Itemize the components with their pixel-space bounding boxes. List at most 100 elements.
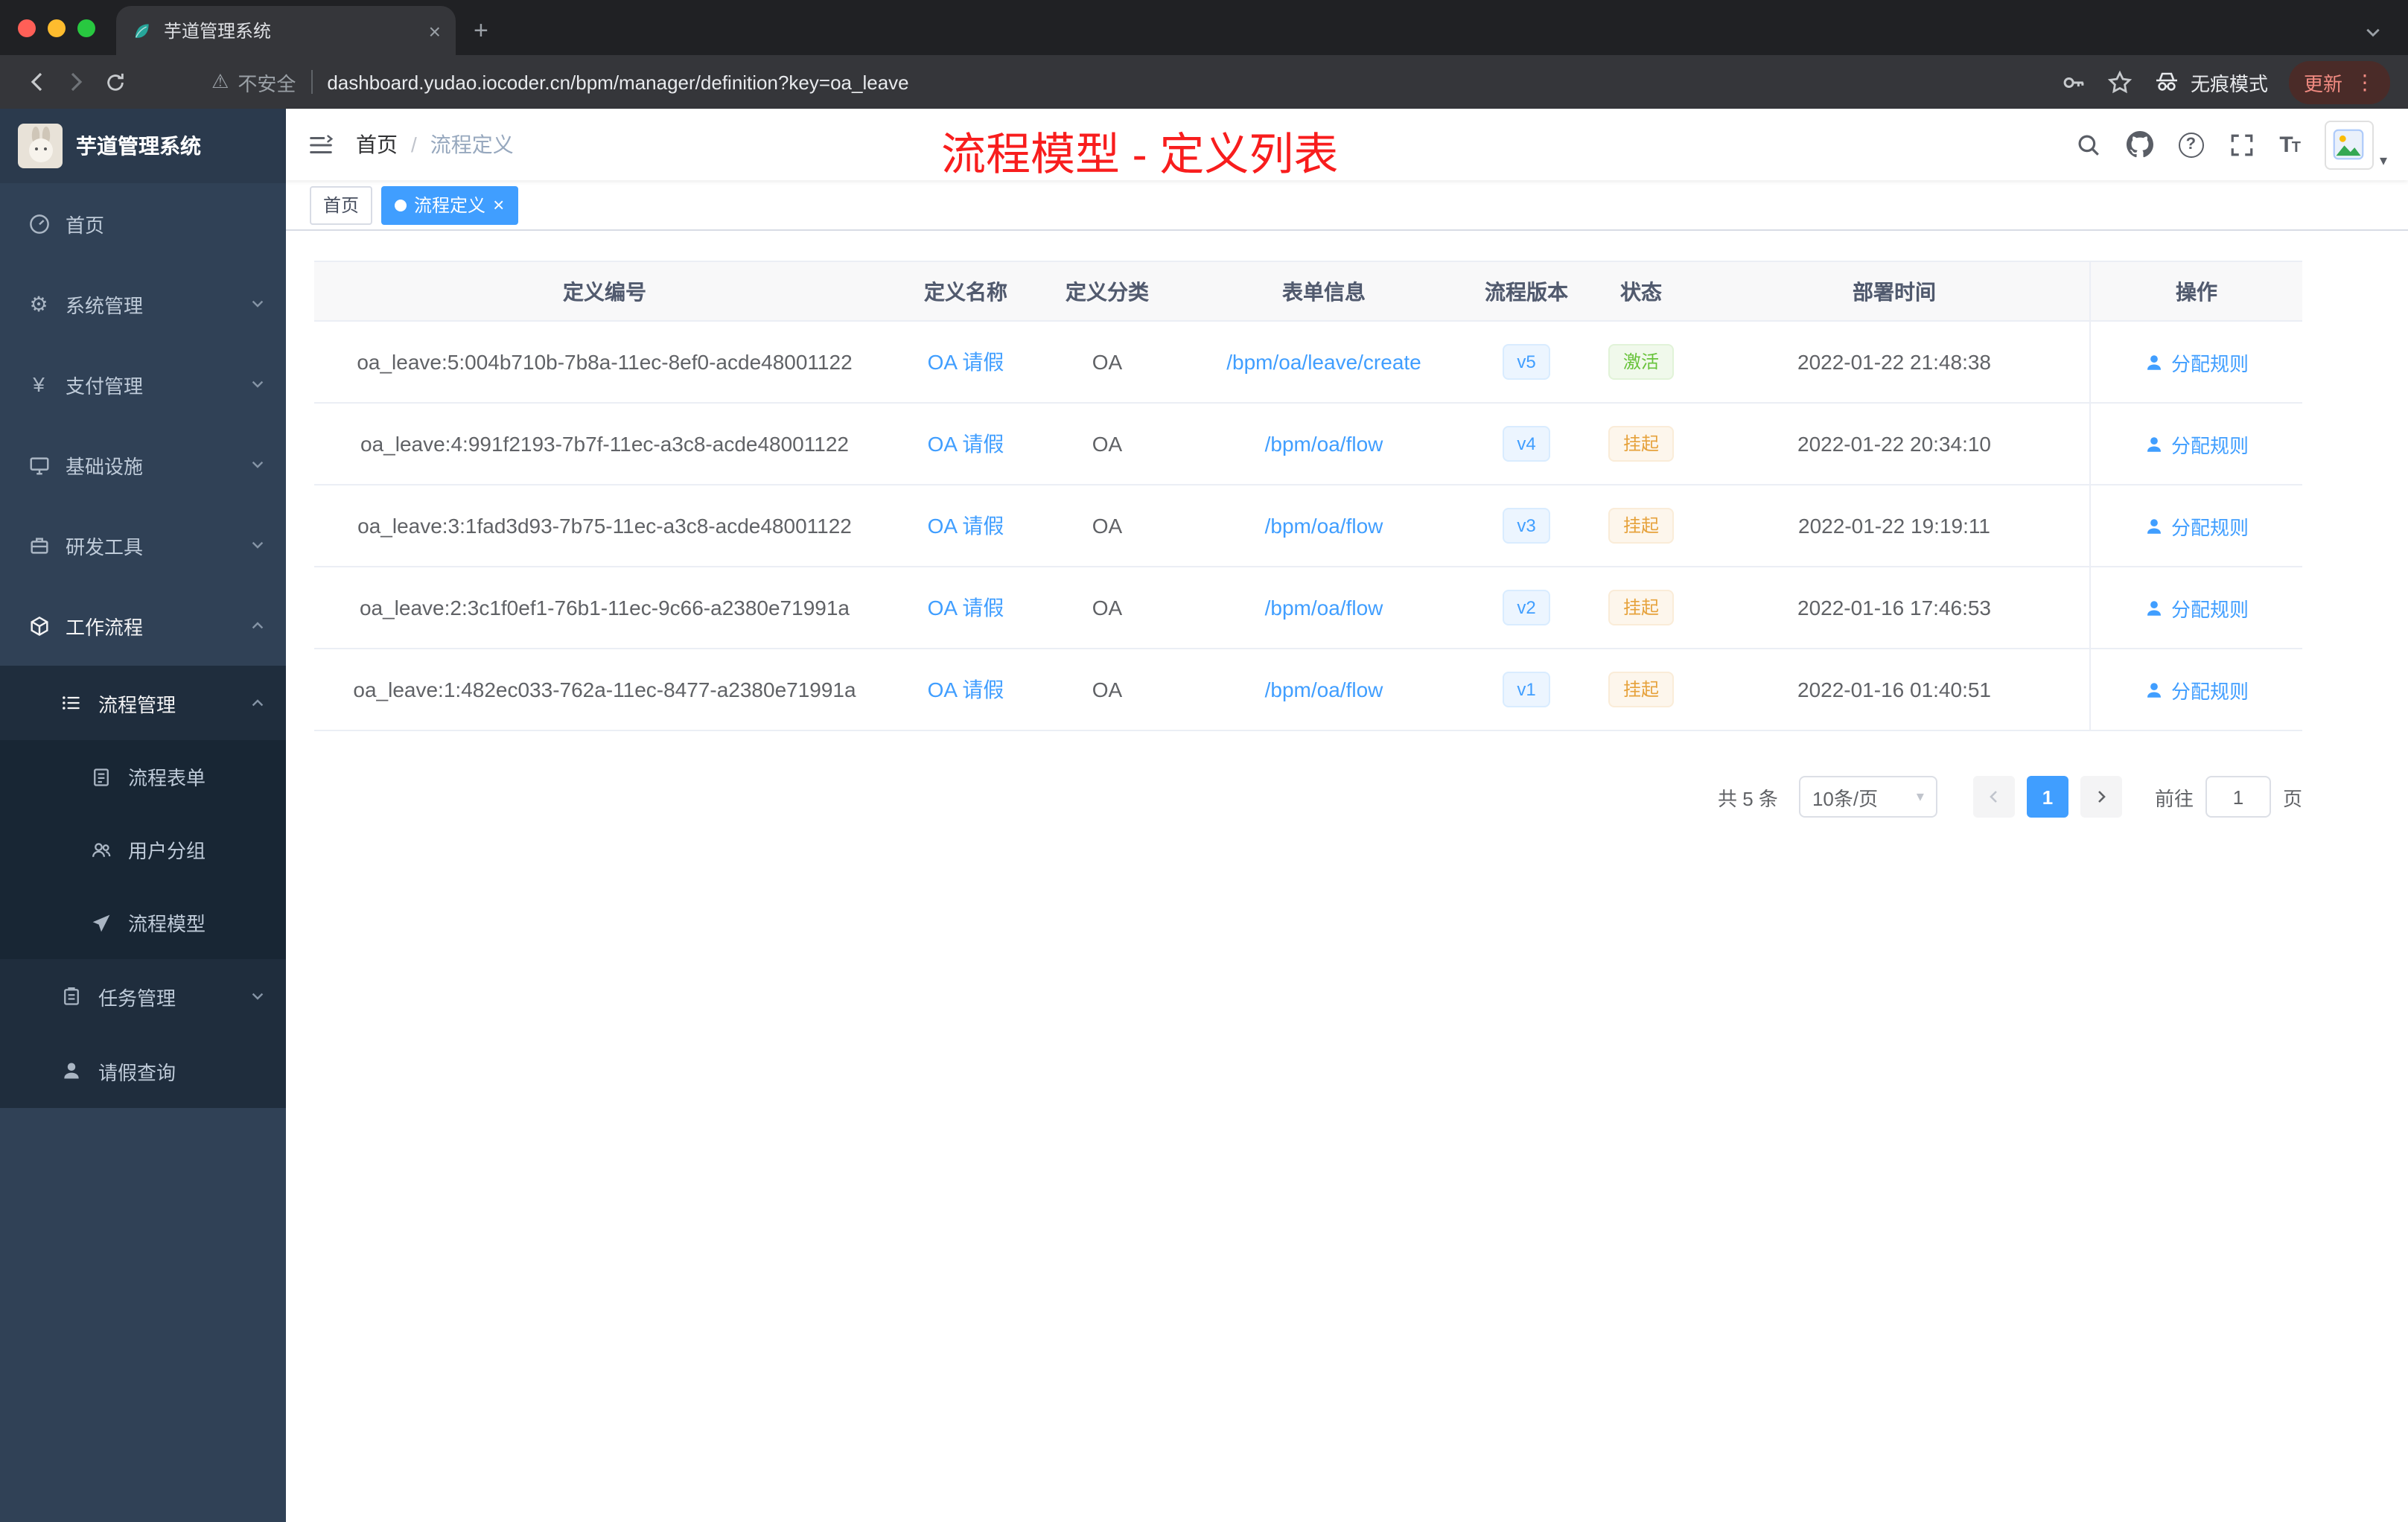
reload-button[interactable] <box>95 63 134 101</box>
status-badge: 激活 <box>1608 344 1674 380</box>
warning-triangle-icon: ⚠ <box>211 70 229 92</box>
address-bar-url[interactable]: dashboard.yudao.iocoder.cn/bpm/manager/d… <box>327 71 908 93</box>
app-title: 芋道管理系统 <box>76 134 201 158</box>
next-page-button[interactable] <box>2080 776 2122 818</box>
sidebar-item-task-management[interactable]: 任务管理 <box>0 959 286 1034</box>
url-security-area[interactable]: ⚠ 不安全 dashboard.yudao.iocoder.cn/bpm/man… <box>211 68 909 96</box>
annotation-title: 流程模型 - 定义列表 <box>941 131 1339 180</box>
cell-deploy-time: 2022-01-22 20:34:10 <box>1797 432 1991 456</box>
main-area: 首页 / 流程定义 流程模型 - 定义列表 ? TT ▾ 首页 流程定义 × 定… <box>286 109 2408 1522</box>
assign-rule-link[interactable]: 分配规则 <box>2144 430 2249 458</box>
tab-search-chevron-icon[interactable] <box>2365 24 2381 40</box>
search-icon[interactable] <box>2075 132 2100 157</box>
goto-label: 前往 <box>2154 787 2194 809</box>
definition-name-link[interactable]: OA 请假 <box>928 432 1004 456</box>
table-row: oa_leave:2:3c1f0ef1-76b1-11ec-9c66-a2380… <box>314 567 2302 649</box>
browser-tab[interactable]: 芋道管理系统 × <box>116 6 456 55</box>
cell-deploy-time: 2022-01-22 19:19:11 <box>1798 514 1990 538</box>
page-number-current[interactable]: 1 <box>2026 776 2068 818</box>
table-row: oa_leave:4:991f2193-7b7f-11ec-a3c8-acde4… <box>314 404 2302 485</box>
sidebar: 芋道管理系统 首页 ⚙ 系统管理 ¥ 支付管理 基础设施 研发工具 工作流程 流… <box>0 109 286 1522</box>
sidebar-item-process-management[interactable]: 流程管理 <box>0 666 286 740</box>
tag-process-definition[interactable]: 流程定义 × <box>381 185 518 224</box>
form-document-icon <box>89 766 113 787</box>
sidebar-item-user-group[interactable]: 用户分组 <box>0 813 286 886</box>
sidebar-collapse-icon[interactable] <box>307 130 335 159</box>
table-header-row: 定义编号 定义名称 定义分类 表单信息 流程版本 状态 部署时间 操作 <box>314 262 2302 322</box>
bookmark-star-icon[interactable] <box>2107 69 2133 95</box>
font-size-icon[interactable]: TT <box>2279 132 2301 157</box>
tag-label: 流程定义 <box>414 195 486 216</box>
form-link[interactable]: /bpm/oa/flow <box>1265 678 1383 701</box>
back-button[interactable] <box>18 63 57 101</box>
form-link[interactable]: /bpm/oa/leave/create <box>1226 350 1421 374</box>
password-key-icon[interactable] <box>2061 69 2086 95</box>
page-size-select[interactable]: 10条/页 ▾ <box>1798 776 1937 818</box>
window-close-button[interactable] <box>18 19 36 36</box>
window-minimize-button[interactable] <box>48 19 66 36</box>
sidebar-item-label: 工作流程 <box>66 616 144 638</box>
tag-close-icon[interactable]: × <box>493 195 504 214</box>
breadcrumb-home-link[interactable]: 首页 <box>356 130 398 159</box>
briefcase-icon <box>27 614 51 637</box>
browser-toolbar: ⚠ 不安全 dashboard.yudao.iocoder.cn/bpm/man… <box>0 55 2408 109</box>
assign-rule-link[interactable]: 分配规则 <box>2144 593 2249 622</box>
new-tab-button[interactable]: + <box>474 16 488 46</box>
definition-name-link[interactable]: OA 请假 <box>928 514 1004 538</box>
sidebar-item-system[interactable]: ⚙ 系统管理 <box>0 264 286 344</box>
dashboard-icon <box>27 212 51 235</box>
tab-favicon-icon <box>131 20 152 41</box>
col-definition-id: 定义编号 <box>563 279 646 303</box>
sidebar-item-payment[interactable]: ¥ 支付管理 <box>0 344 286 424</box>
window-zoom-button[interactable] <box>77 19 95 36</box>
form-link[interactable]: /bpm/oa/flow <box>1265 514 1383 538</box>
form-link[interactable]: /bpm/oa/flow <box>1265 596 1383 620</box>
person-icon <box>2147 600 2161 615</box>
users-icon <box>89 839 113 860</box>
cell-deploy-time: 2022-01-16 17:46:53 <box>1797 596 1991 620</box>
sidebar-item-leave-query[interactable]: 请假查询 <box>0 1034 286 1108</box>
user-menu[interactable]: ▾ <box>2324 120 2387 169</box>
fullscreen-icon[interactable] <box>2229 132 2254 157</box>
col-form-info: 表单信息 <box>1282 279 1366 303</box>
sidebar-item-label: 请假查询 <box>98 1061 176 1083</box>
app-workspace: 芋道管理系统 首页 ⚙ 系统管理 ¥ 支付管理 基础设施 研发工具 工作流程 流… <box>0 109 2408 1522</box>
browser-menu-icon[interactable]: ⋮ <box>2354 71 2375 92</box>
sidebar-item-process-model[interactable]: 流程模型 <box>0 886 286 959</box>
goto-page-input[interactable] <box>2205 776 2271 818</box>
tab-close-icon[interactable]: × <box>429 20 441 41</box>
sidebar-item-infrastructure[interactable]: 基础设施 <box>0 424 286 505</box>
goto-page: 前往 页 <box>2155 776 2302 818</box>
page-content: 定义编号 定义名称 定义分类 表单信息 流程版本 状态 部署时间 操作 oa_l… <box>286 231 2408 1522</box>
assign-rule-link[interactable]: 分配规则 <box>2144 675 2249 704</box>
assign-rule-link[interactable]: 分配规则 <box>2144 348 2249 376</box>
pagination: 共 5 条 10条/页 ▾ 1 前往 页 <box>314 776 2302 818</box>
breadcrumb-separator: / <box>411 133 417 156</box>
chevron-down-icon <box>250 457 265 472</box>
total-count: 共 5 条 <box>1718 787 1778 809</box>
definition-name-link[interactable]: OA 请假 <box>928 596 1004 620</box>
browser-update-chip[interactable]: 更新 ⋮ <box>2288 60 2390 104</box>
form-link[interactable]: /bpm/oa/flow <box>1265 432 1383 456</box>
help-icon[interactable]: ? <box>2178 132 2204 157</box>
page-unit-label: 页 <box>2282 787 2302 809</box>
prev-page-button[interactable] <box>1972 776 2015 818</box>
github-icon[interactable] <box>2126 131 2153 158</box>
person-icon <box>2147 682 2161 697</box>
forward-button[interactable] <box>57 63 95 101</box>
definition-name-link[interactable]: OA 请假 <box>928 678 1004 701</box>
sidebar-item-label: 任务管理 <box>98 987 176 1009</box>
breadcrumb: 首页 / 流程定义 <box>356 130 514 159</box>
sidebar-item-process-form[interactable]: 流程表单 <box>0 740 286 813</box>
assign-rule-link[interactable]: 分配规则 <box>2144 512 2249 540</box>
sidebar-item-label: 用户分组 <box>128 840 206 862</box>
sidebar-item-devtools[interactable]: 研发工具 <box>0 505 286 585</box>
tag-home[interactable]: 首页 <box>310 185 373 224</box>
sidebar-logo[interactable]: 芋道管理系统 <box>0 109 286 183</box>
sidebar-item-workflow[interactable]: 工作流程 <box>0 585 286 666</box>
sidebar-item-home[interactable]: 首页 <box>0 183 286 264</box>
cell-definition-id: oa_leave:1:482ec033-762a-11ec-8477-a2380… <box>353 678 856 701</box>
definition-name-link[interactable]: OA 请假 <box>928 350 1004 374</box>
cell-category: OA <box>1092 596 1123 620</box>
version-tag: v3 <box>1502 508 1551 544</box>
